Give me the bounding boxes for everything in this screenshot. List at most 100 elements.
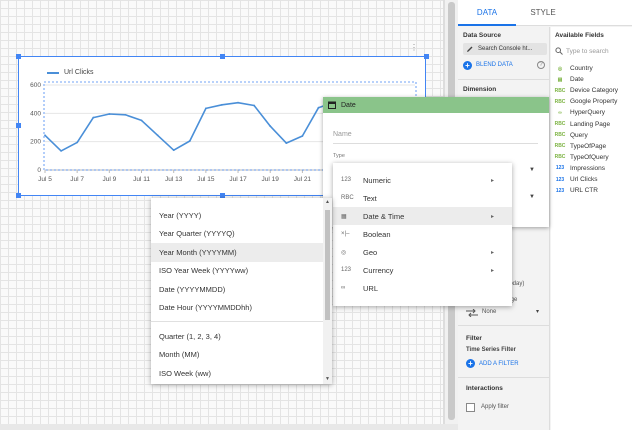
apply-filter-label: Apply filter bbox=[481, 404, 510, 410]
field-name: Country bbox=[570, 65, 593, 72]
type-menu-item[interactable]: ∞ URL bbox=[333, 279, 512, 297]
field-item[interactable]: 123 Url Clicks bbox=[554, 174, 598, 185]
globe-icon: ◎ bbox=[341, 249, 347, 256]
tab-style[interactable]: STYLE bbox=[516, 0, 570, 26]
type-menu-item[interactable]: 123 Currency ▸ bbox=[333, 261, 512, 279]
data-point bbox=[172, 149, 175, 152]
date-format-option[interactable]: Year Quarter (YYYYQ) bbox=[151, 225, 332, 244]
field-item[interactable]: ∞ HyperQuery bbox=[554, 107, 605, 118]
scroll-up-icon[interactable]: ▲ bbox=[325, 199, 330, 205]
field-item[interactable]: RBC Google Property bbox=[554, 96, 618, 107]
number-type-icon: 123 bbox=[555, 187, 565, 194]
help-icon[interactable]: ? bbox=[537, 61, 545, 69]
date-format-option[interactable]: Month Day (MMDD) bbox=[151, 383, 332, 385]
x-tick-label: Jul 19 bbox=[262, 176, 280, 183]
calendar-icon: ▦ bbox=[341, 213, 347, 220]
date-format-option[interactable]: Month (MM) bbox=[151, 346, 332, 365]
type-menu-item[interactable]: ◎ Geo ▸ bbox=[333, 243, 512, 261]
data-point bbox=[44, 134, 46, 137]
date-format-option[interactable]: Date (YYYYMMDD) bbox=[151, 280, 332, 299]
link-icon: ∞ bbox=[558, 109, 562, 116]
resize-handle[interactable] bbox=[220, 54, 225, 59]
type-menu-label: Date & Time bbox=[363, 211, 405, 221]
link-icon: ∞ bbox=[341, 285, 346, 291]
date-format-option[interactable]: Year (YYYY) bbox=[151, 206, 332, 225]
comparison-range-value[interactable]: None bbox=[482, 309, 496, 315]
pencil-icon[interactable] bbox=[466, 45, 474, 53]
data-point bbox=[92, 116, 95, 119]
available-fields-heading: Available Fields bbox=[555, 32, 604, 39]
tab-data[interactable]: DATA bbox=[458, 0, 516, 26]
search-placeholder: Type to search bbox=[566, 47, 609, 55]
y-tick-label: 0 bbox=[37, 167, 41, 174]
field-item[interactable]: 123 Impressions bbox=[554, 163, 605, 174]
x-tick-label: Jul 7 bbox=[70, 176, 84, 183]
text-type-icon: RBC bbox=[554, 121, 566, 127]
input-underline bbox=[333, 143, 538, 144]
filter-heading: Filter bbox=[466, 335, 482, 342]
data-point bbox=[237, 101, 239, 104]
scroll-down-icon[interactable]: ▼ bbox=[325, 376, 330, 382]
data-point bbox=[221, 103, 223, 106]
resize-handle[interactable] bbox=[16, 54, 21, 59]
date-format-option[interactable]: ISO Week (ww) bbox=[151, 364, 332, 383]
add-filter-button[interactable]: + ADD A FILTER bbox=[466, 359, 519, 368]
apply-filter-checkbox[interactable] bbox=[466, 403, 475, 412]
blend-data-button[interactable]: + BLEND DATA ? bbox=[463, 59, 547, 71]
y-tick-label: 200 bbox=[30, 139, 41, 146]
type-menu-label: Currency bbox=[363, 265, 394, 275]
x-tick-label: Jul 5 bbox=[38, 176, 52, 183]
date-format-option[interactable]: ISO Year Week (YYYYww) bbox=[151, 262, 332, 281]
resize-handle[interactable] bbox=[16, 123, 21, 128]
field-item[interactable]: ◎ Country bbox=[554, 63, 593, 74]
field-item[interactable]: ▤ Date bbox=[554, 74, 584, 85]
plus-icon: + bbox=[466, 359, 475, 368]
field-name: TypeOfQuery bbox=[570, 153, 609, 161]
type-menu-item[interactable]: RBC Text bbox=[333, 189, 512, 207]
chevron-down-icon[interactable]: ▼ bbox=[529, 194, 535, 200]
field-item[interactable]: RBC Query bbox=[554, 130, 588, 141]
data-point bbox=[269, 125, 272, 127]
field-item[interactable]: 123 URL CTR bbox=[554, 185, 598, 196]
chart-menu-icon[interactable]: ⋮ bbox=[410, 44, 418, 52]
scrollbar-thumb[interactable] bbox=[325, 210, 330, 320]
chevron-down-icon[interactable]: ▼ bbox=[529, 167, 535, 173]
type-menu-label: Geo bbox=[363, 247, 378, 257]
resize-handle[interactable] bbox=[16, 193, 21, 198]
type-menu-label: URL bbox=[363, 283, 379, 293]
data-source-heading: Data Source bbox=[463, 32, 501, 39]
text-type-icon: RBC bbox=[554, 154, 566, 161]
menu-scrollbar[interactable]: ▲ ▼ bbox=[323, 198, 332, 384]
globe-icon: ◎ bbox=[557, 65, 563, 72]
date-format-option[interactable]: Date Hour (YYYYMMDDhh) bbox=[151, 299, 332, 318]
date-format-option[interactable]: Year Month (YYYYMM) bbox=[151, 243, 332, 262]
type-menu-item[interactable]: ▦ Date & Time ▸ bbox=[333, 207, 512, 225]
type-menu-item[interactable]: 123 Numeric ▸ bbox=[333, 171, 512, 189]
text-type-icon: RBC bbox=[554, 98, 566, 105]
date-format-option[interactable]: Quarter (1, 2, 3, 4) bbox=[151, 327, 332, 346]
field-item[interactable]: RBC Device Category bbox=[554, 85, 618, 96]
field-item[interactable]: RBC TypeOfPage bbox=[554, 141, 607, 152]
data-source-selector[interactable]: Search Console ht... bbox=[463, 43, 547, 55]
field-editor-header: Date bbox=[323, 97, 549, 113]
search-icon bbox=[555, 47, 563, 55]
number-type-icon: 123 bbox=[341, 177, 352, 183]
data-point bbox=[317, 106, 320, 109]
number-type-icon: 123 bbox=[555, 165, 565, 172]
x-tick-label: Jul 21 bbox=[294, 176, 312, 183]
chevron-down-icon[interactable]: ▾ bbox=[536, 308, 539, 315]
field-search[interactable]: Type to search bbox=[555, 45, 629, 57]
dimension-heading: Dimension bbox=[463, 86, 497, 93]
type-menu-item[interactable]: ×|– Boolean bbox=[333, 225, 512, 243]
y-tick-label: 400 bbox=[30, 110, 41, 117]
interactions-heading: Interactions bbox=[466, 385, 503, 392]
x-tick-label: Jul 11 bbox=[133, 176, 150, 183]
field-name: Landing Page bbox=[570, 120, 611, 128]
field-name-input[interactable]: Name bbox=[333, 131, 352, 138]
resize-handle[interactable] bbox=[424, 54, 429, 59]
field-item[interactable]: RBC Landing Page bbox=[554, 119, 611, 130]
field-item[interactable]: RBC TypeOfQuery bbox=[554, 152, 609, 163]
date-part-group: Quarter (1, 2, 3, 4) Month (MM) ISO Week (… bbox=[151, 327, 332, 384]
type-label: Type bbox=[333, 153, 345, 159]
canvas-horizontal-scrollbar[interactable] bbox=[0, 424, 458, 430]
